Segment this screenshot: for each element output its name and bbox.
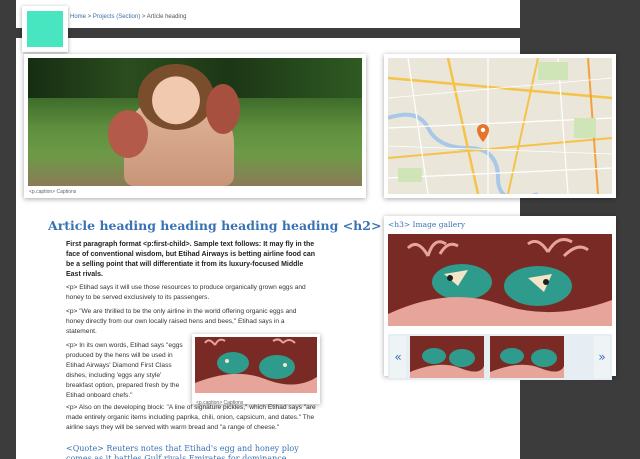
logo-mark [27,11,63,47]
breadcrumb: Home > Projects (Section) > Article head… [70,14,186,20]
site-logo[interactable] [22,6,68,52]
breadcrumb-current: Article heading [146,14,187,20]
gallery-thumbnails: « » [388,334,612,380]
map-card[interactable] [384,54,616,198]
hero-photo [28,58,362,186]
article-lead: First paragraph format <p:first-child>. … [66,241,316,278]
map[interactable] [388,58,612,194]
gallery-thumbnail[interactable] [490,336,564,378]
article-quote: <Quote> Reuters notes that Etihad's egg … [66,444,299,459]
hero-figure: <p.caption> Captions [24,54,366,198]
map-pin-icon[interactable] [388,58,612,194]
inline-caption: <p.caption> Captions [196,400,244,406]
article-paragraph: <p> In its own words, Etihad says "eggs … [66,342,183,399]
breadcrumb-separator: > [86,14,93,20]
article-paragraph: <p> Etihad says it will use those resour… [66,284,306,301]
breadcrumb-section-link[interactable]: Projects (Section) [93,14,140,20]
breadcrumb-home-link[interactable]: Home [70,14,86,20]
image-gallery: <h3> Image gallery « » [384,216,616,380]
gallery-main-image[interactable] [388,234,612,326]
inline-figure: <p.caption> Captions [192,334,320,406]
gallery-prev-button[interactable]: « [390,336,406,378]
gallery-title: <h3> Image gallery [388,220,466,229]
gallery-next-button[interactable]: » [594,336,610,378]
article-paragraph: <p> "We are thrilled to be the only airl… [66,308,297,335]
arrow-right-icon: » [598,350,606,364]
arrow-left-icon: « [394,350,402,364]
article-heading: Article heading heading heading heading … [48,218,382,233]
hero-caption: <p.caption> Captions [29,189,77,195]
deer-illustration [195,337,317,393]
gallery-thumbnail[interactable] [410,336,484,378]
